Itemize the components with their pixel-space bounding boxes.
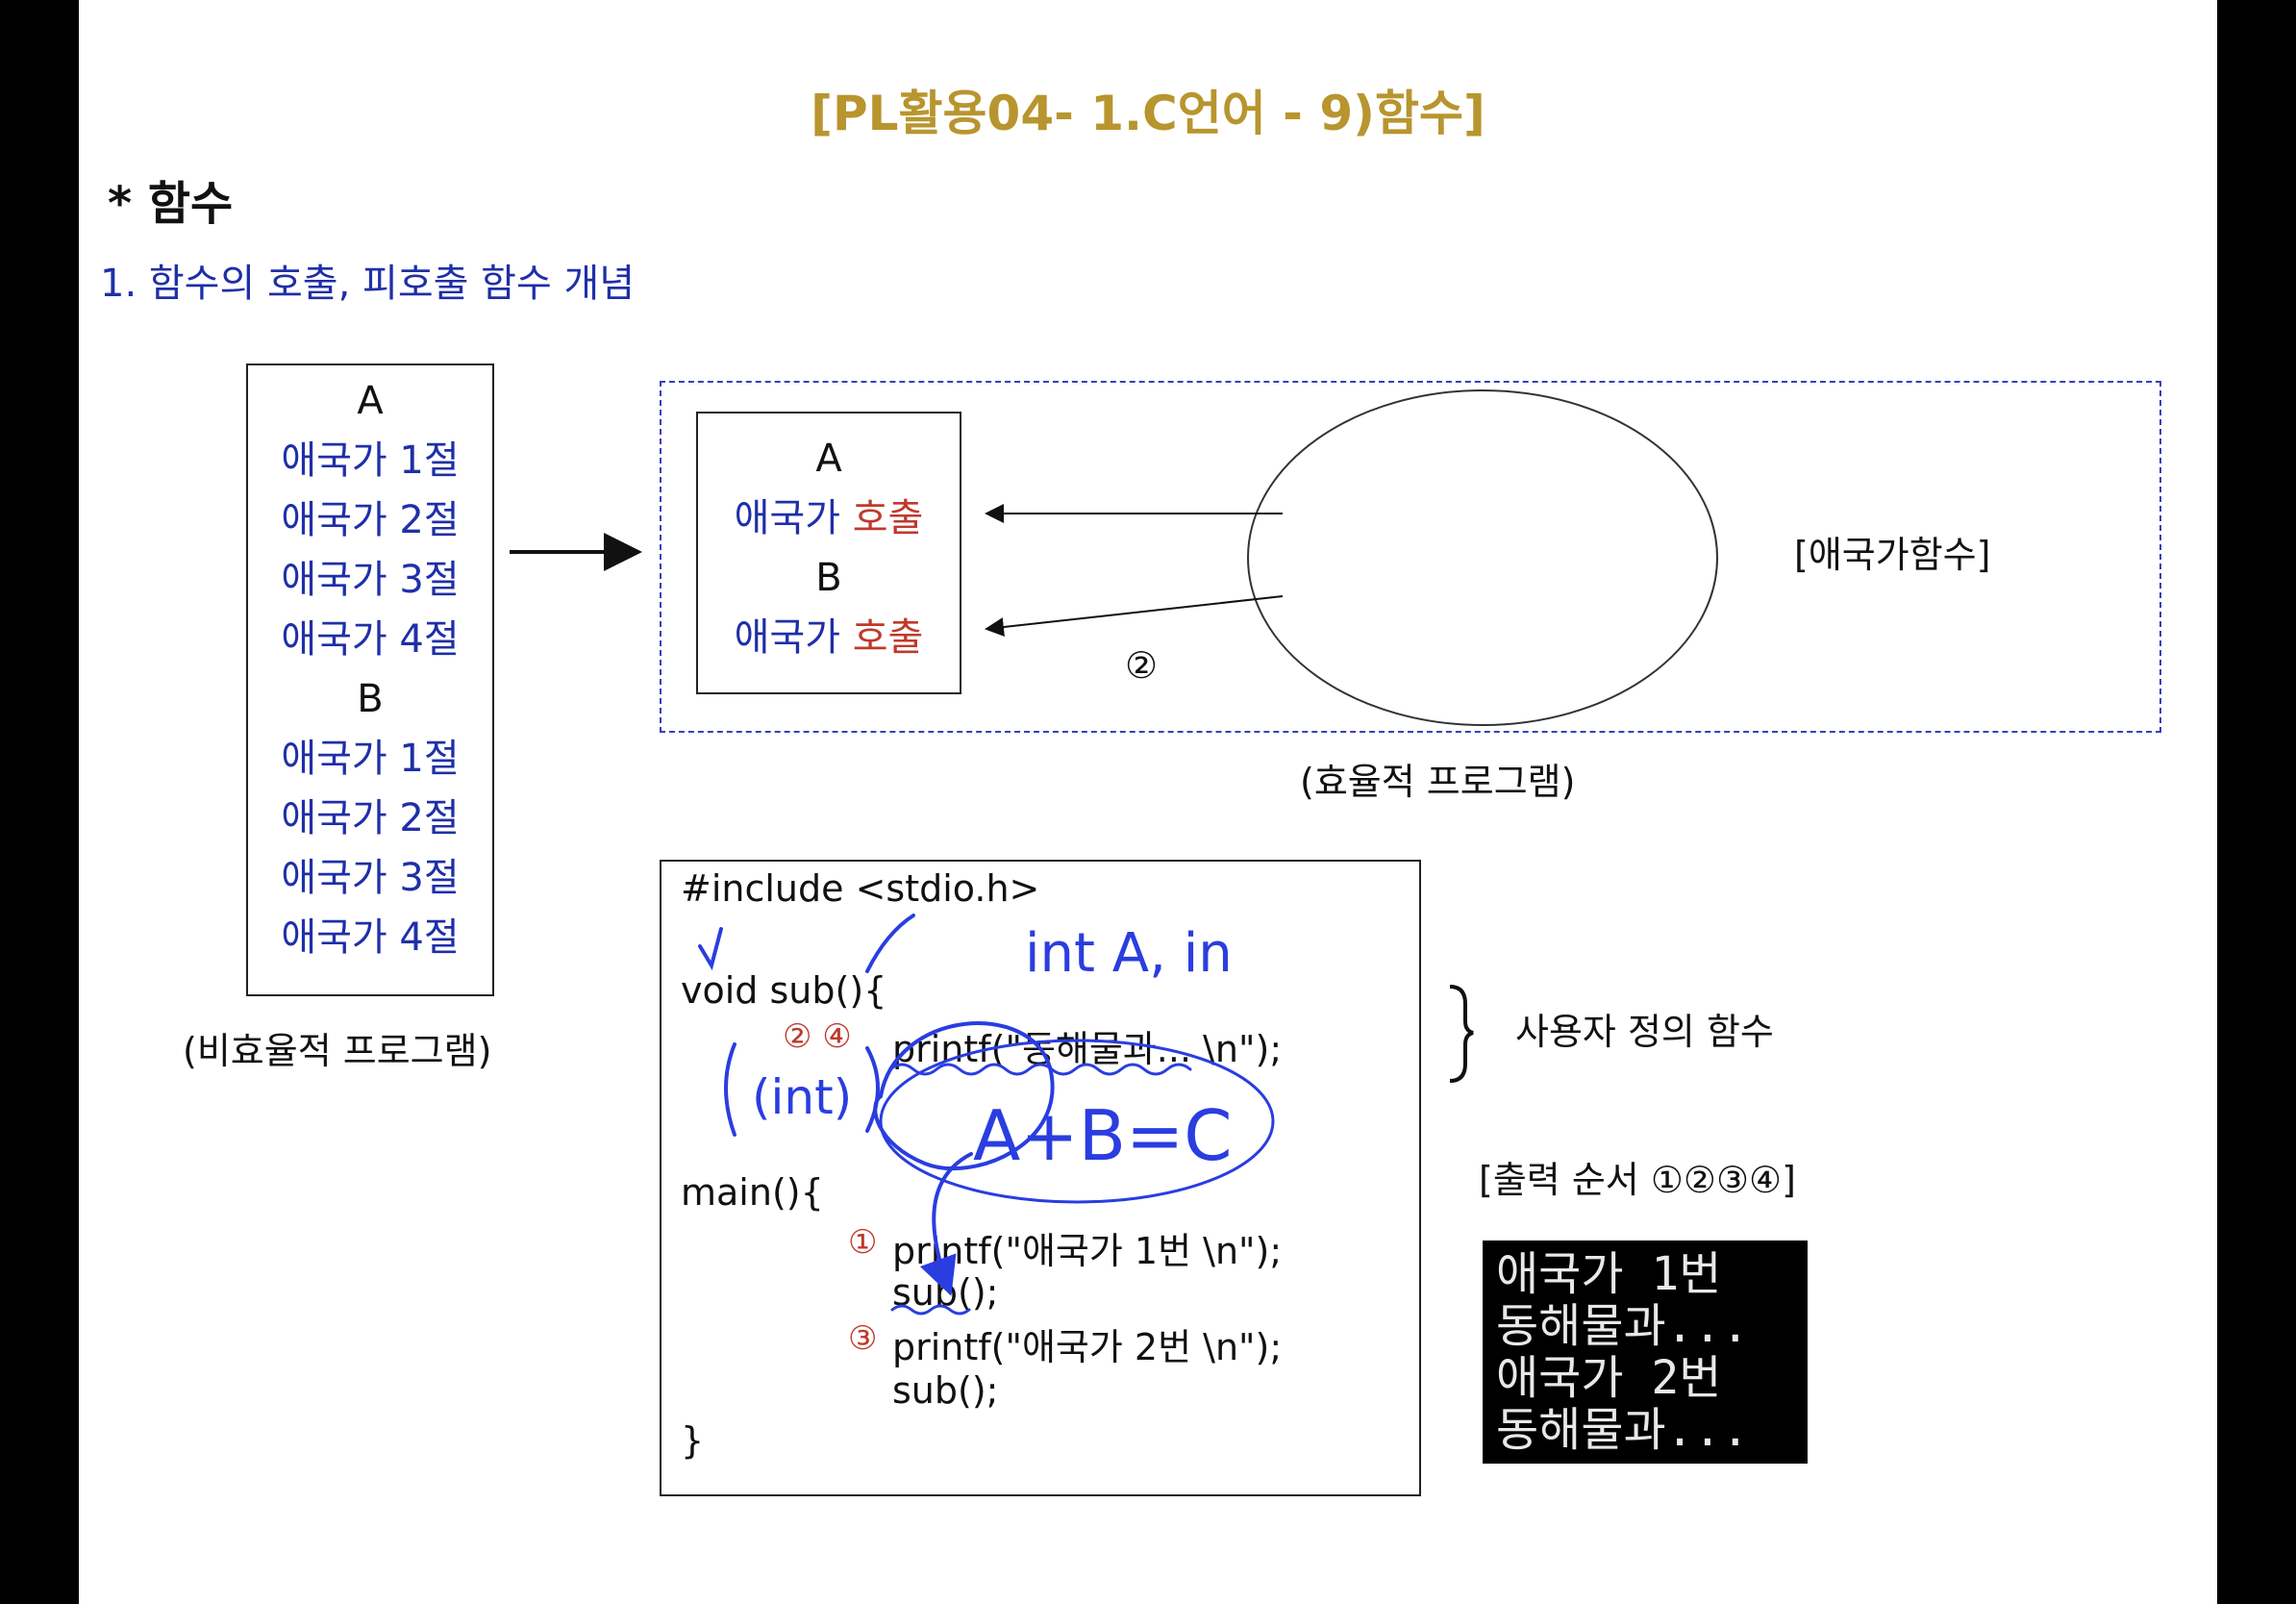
- code-line-4: sub();: [892, 1369, 999, 1412]
- program-line: 애국가 2절: [281, 498, 460, 542]
- program-line: B: [357, 677, 384, 721]
- call-line-b: 애국가 호출: [734, 615, 924, 660]
- code-line-3: printf("애국가 2번 \n");: [892, 1326, 1283, 1368]
- caller-label-a: A: [815, 437, 842, 481]
- function-line: 애국가 3절: [1395, 565, 1574, 610]
- code-close: }: [681, 1419, 705, 1462]
- step-marker: ②: [1125, 644, 1159, 687]
- efficient-caption: (효율적 프로그램): [1300, 761, 1576, 803]
- function-label: [애국가함수]: [1794, 534, 1991, 576]
- code-sub-body: printf("동해물과... \n");: [892, 1028, 1283, 1070]
- slide: [PL활용04- 1.C언어 - 9)함수] * 함수 1. 함수의 호출, 피…: [79, 0, 2217, 1604]
- user-function-label: 사용자 정의 함수: [1515, 1011, 1774, 1053]
- program-line: 애국가 3절: [281, 558, 460, 602]
- code-line-1: printf("애국가 1번 \n");: [892, 1230, 1283, 1272]
- function-line: 애국가 2절: [1395, 506, 1574, 550]
- program-line: 애국가 4절: [281, 617, 460, 662]
- section-subheading: 1. 함수의 호출, 피호출 함수 개념: [100, 262, 636, 306]
- function-ellipse-text: 애국가 1절 애국가 2절 애국가 3절 애국가 4절: [1283, 439, 1686, 677]
- console-output: 애국가 1번 동해물과... 애국가 2번 동해물과...: [1483, 1241, 1808, 1464]
- program-line: 애국가 4절: [281, 915, 460, 960]
- code-main-decl: main(){: [681, 1171, 824, 1214]
- code-marker-3: ③: [848, 1319, 878, 1358]
- code-sub-decl: void sub(){: [681, 969, 887, 1012]
- code-sub-markers: ② ④: [783, 1017, 852, 1056]
- caller-box: A 애국가 호출 B 애국가 호출: [696, 412, 961, 694]
- console-line: 애국가 1번: [1496, 1247, 1722, 1301]
- call-line-a: 애국가 호출: [734, 496, 924, 540]
- console-line: 동해물과...: [1496, 1299, 1750, 1353]
- function-line: 애국가 1절: [1395, 446, 1574, 490]
- code-include: #include <stdio.h>: [681, 867, 1040, 910]
- code-marker-1: ①: [848, 1223, 878, 1262]
- page-title: [PL활용04- 1.C언어 - 9)함수]: [811, 86, 1485, 141]
- console-line: 애국가 2번: [1496, 1351, 1722, 1405]
- output-order-label: [출력 순서 ①②③④]: [1479, 1159, 1796, 1201]
- inefficient-program-box: A 애국가 1절 애국가 2절 애국가 3절 애국가 4절 B 애국가 1절 애…: [246, 363, 494, 996]
- call-word: 호출: [852, 615, 924, 660]
- program-line: 애국가 1절: [281, 737, 460, 781]
- program-line: 애국가 2절: [281, 796, 460, 840]
- brace-icon: [1449, 985, 1474, 1083]
- call-word: 호출: [852, 496, 924, 540]
- program-line: 애국가 3절: [281, 856, 460, 900]
- code-line-2: sub();: [892, 1271, 999, 1314]
- program-line: A: [357, 379, 384, 423]
- caller-label-b: B: [815, 556, 842, 600]
- program-line: 애국가 1절: [281, 439, 460, 483]
- inefficient-caption: (비효율적 프로그램): [183, 1030, 492, 1072]
- console-line: 동해물과...: [1496, 1403, 1750, 1457]
- section-heading: * 함수: [108, 177, 234, 231]
- function-line: 애국가 4절: [1395, 625, 1574, 669]
